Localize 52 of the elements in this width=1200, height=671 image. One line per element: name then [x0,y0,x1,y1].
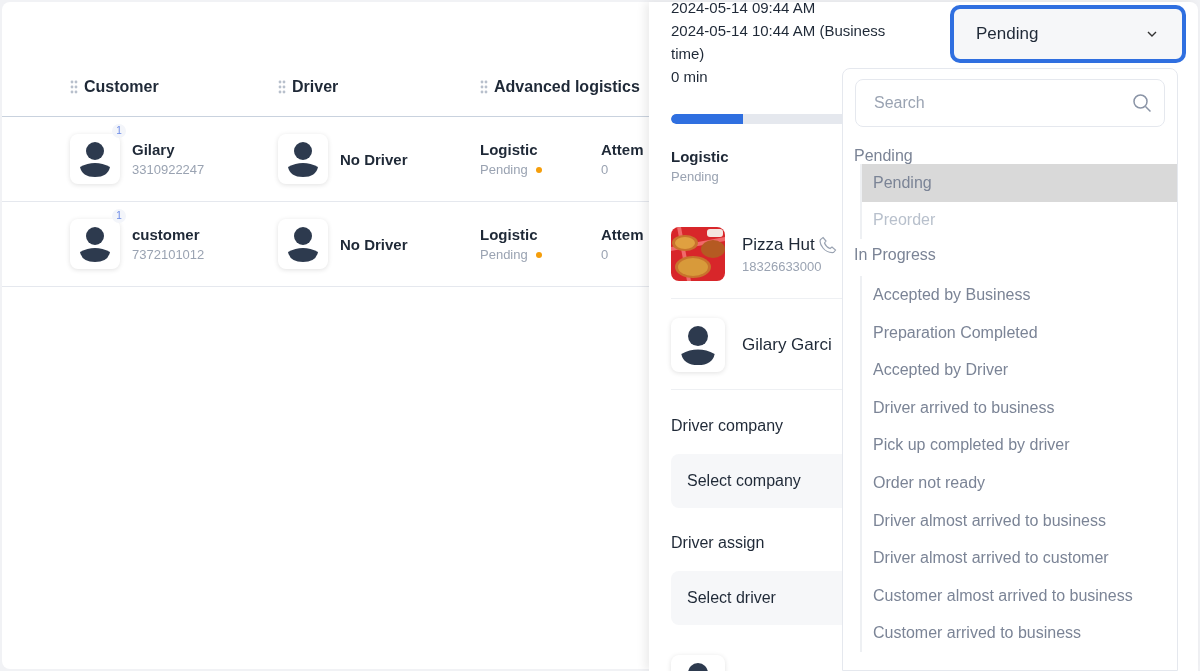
column-header: Advanced logistics [494,78,640,96]
customer-name: Gilary Garci [742,335,832,355]
column-header: Customer [84,78,159,96]
order-time: 2024-05-14 10:44 AM (Business time) [671,21,887,64]
logistic-status: Pending [480,247,528,262]
group-header: In Progress [853,245,937,266]
status-select[interactable]: Pending [950,5,1186,63]
drag-handle-icon[interactable] [70,80,78,94]
logistic-title: Logistic [671,148,729,165]
chevron-down-icon [1146,30,1158,38]
drag-handle-icon[interactable] [480,80,488,94]
customer-phone: 3310922247 [132,162,205,177]
attempts-value: 0 [601,162,610,177]
avatar-icon [278,219,328,269]
column-header: Driver [292,78,339,96]
order-time: 0 min [671,67,709,87]
count-badge: 1 [112,124,126,138]
dropdown-option[interactable]: Pending [862,164,1177,202]
logistic-status: Pending [480,162,528,177]
avatar-icon [278,134,328,184]
business-phone: 18326633000 [742,258,822,274]
avatar-icon [70,134,120,184]
dropdown-option[interactable]: Accepted by Driver [862,351,1177,389]
logistic-title: Logistic [480,226,539,243]
phone-icon[interactable] [818,235,837,254]
dropdown-option[interactable]: Driver arrived to business [862,388,1177,427]
attempts-label: Attem [601,141,644,158]
group-header: Pending [853,146,914,164]
logistic-status: Pending [671,169,719,184]
status-dot [535,251,542,258]
driver-name: No Driver [340,150,408,168]
logistic-title: Logistic [480,141,539,158]
customer-phone: 7372101012 [132,247,205,262]
status-dot [535,166,542,173]
search-field[interactable]: Search [855,79,1165,127]
business-name: Pizza Hut [742,234,815,255]
order-time: 2024-05-14 09:44 AM [671,2,817,18]
search-icon [1132,93,1152,113]
drag-handle-icon[interactable] [278,80,286,94]
count-badge: 1 [112,209,126,223]
customer-name: customer [132,226,201,243]
search-input[interactable]: Search [872,93,1132,113]
customer-name: Gilary [132,141,176,158]
field-label: Driver assign [671,534,765,552]
avatar-icon [671,318,725,372]
attempts-label: Attem [601,226,644,243]
field-label: Driver company [671,417,784,435]
attempts-value: 0 [601,247,610,262]
dropdown-option[interactable]: Preparation Completed [862,313,1177,352]
avatar-icon [70,219,120,269]
dropdown-option[interactable]: Accepted by Business [862,276,1177,314]
driver-name: No Driver [340,235,408,253]
